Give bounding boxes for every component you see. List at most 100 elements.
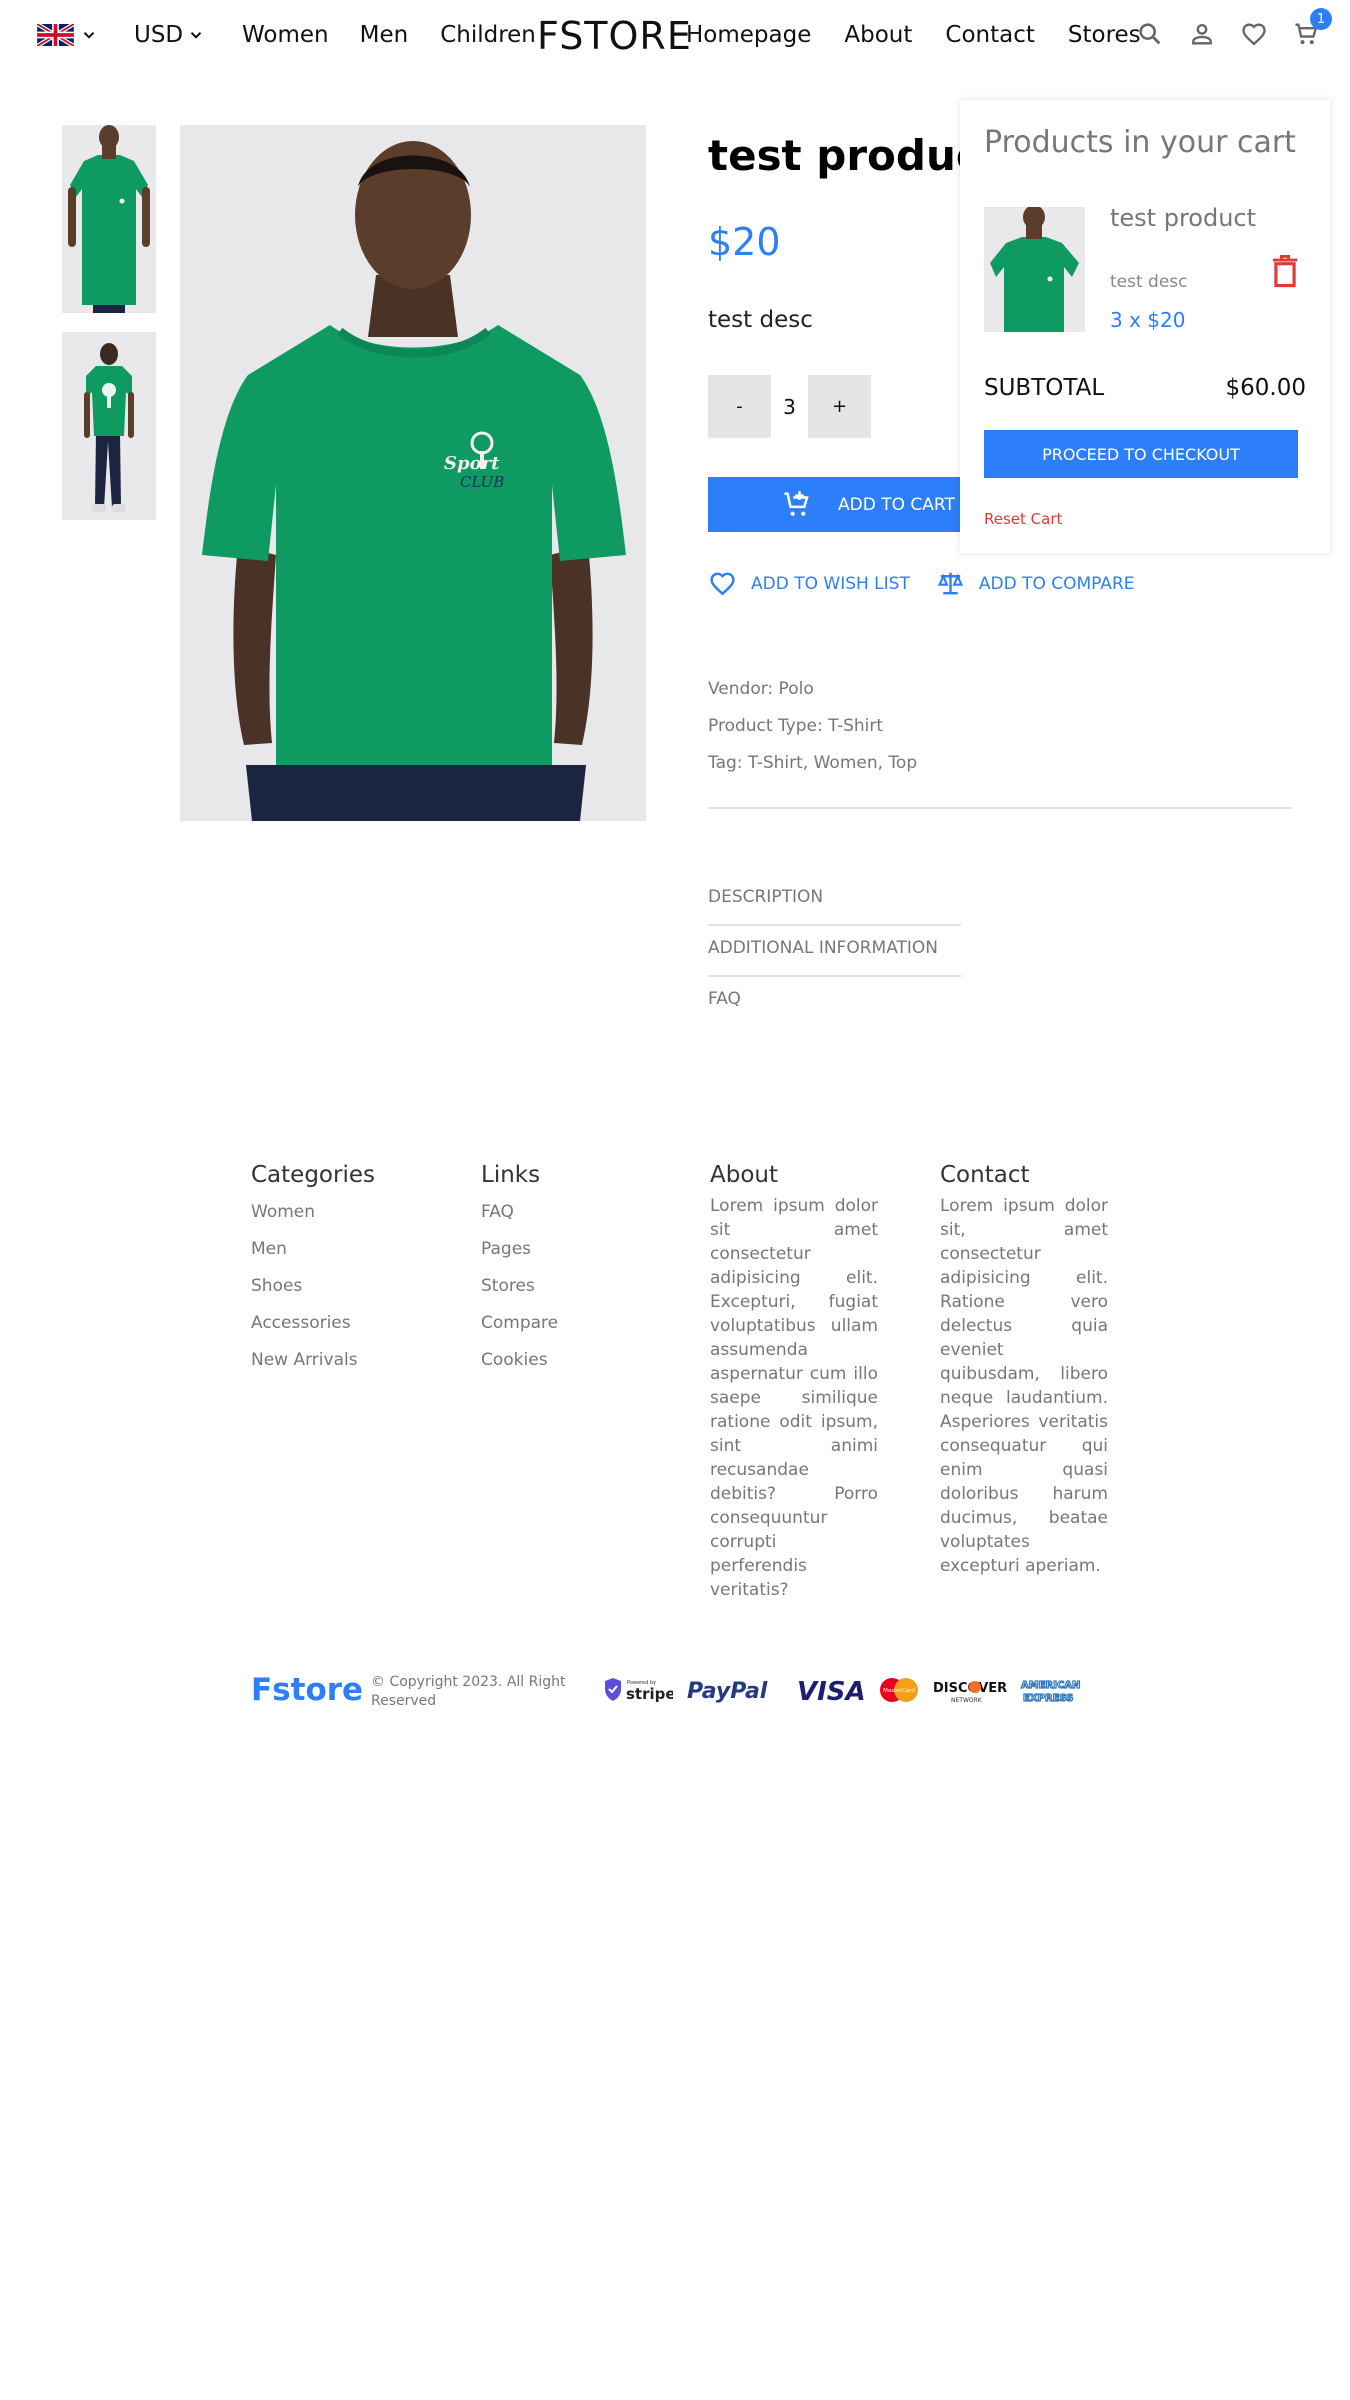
footer-link-faq[interactable]: FAQ — [481, 1194, 649, 1231]
quantity-value: 3 — [783, 394, 796, 419]
footer-link-accessories[interactable]: Accessories — [251, 1305, 419, 1342]
nav-link-contact[interactable]: Contact — [945, 22, 1034, 48]
footer-about: About Lorem ipsum dolor sit amet consect… — [710, 1162, 878, 1602]
product-main-image[interactable]: Sport CLUB — [180, 125, 646, 821]
add-to-wishlist-label: ADD TO WISH LIST — [751, 573, 910, 594]
nav-link-stores[interactable]: Stores — [1068, 22, 1141, 48]
add-to-wishlist-link[interactable]: ADD TO WISH LIST — [708, 569, 910, 598]
nav-link-men[interactable]: Men — [360, 22, 409, 48]
cart-item-image — [984, 207, 1085, 332]
proceed-to-checkout-button[interactable]: PROCEED TO CHECKOUT — [984, 430, 1298, 478]
site-logo[interactable]: FSTORE — [537, 14, 692, 58]
add-to-cart-label: ADD TO CART — [838, 494, 955, 515]
chevron-down-icon — [190, 32, 202, 39]
footer-links-title: Links — [481, 1162, 541, 1188]
footer-link-shoes[interactable]: Shoes — [251, 1268, 419, 1305]
nav-link-homepage[interactable]: Homepage — [686, 22, 811, 48]
footer-link-men[interactable]: Men — [251, 1231, 419, 1268]
nav-left-links: Women Men Children — [242, 22, 536, 48]
chevron-down-icon — [83, 32, 95, 39]
subtotal-label: SUBTOTAL — [984, 375, 1105, 401]
paypal-text: PayPal — [687, 1679, 768, 1704]
delete-icon[interactable] — [1270, 254, 1300, 288]
nav-icons: 1 — [1136, 8, 1332, 48]
subtotal-value: $60.00 — [1225, 375, 1306, 401]
mastercard-logo: MasterCard — [880, 1678, 918, 1702]
amex-logo: AMERICAN EXPRESS — [1020, 1679, 1081, 1704]
footer-link-women[interactable]: Women — [251, 1194, 419, 1231]
tab-description[interactable]: DESCRIPTION — [708, 875, 961, 926]
shirt-print-club: CLUB — [460, 473, 504, 491]
heart-icon — [710, 572, 735, 596]
search-icon[interactable] — [1136, 20, 1164, 48]
section-divider — [708, 807, 1292, 809]
nav-link-about[interactable]: About — [844, 22, 912, 48]
footer-link-stores[interactable]: Stores — [481, 1268, 649, 1305]
heart-icon[interactable] — [1240, 20, 1268, 48]
product-price: $20 — [708, 220, 781, 264]
footer-link-cookies[interactable]: Cookies — [481, 1342, 649, 1379]
cart-item-name[interactable]: test product — [1110, 204, 1256, 232]
product-tabs: DESCRIPTION ADDITIONAL INFORMATION FAQ — [708, 875, 961, 1028]
cart-title: Products in your cart — [984, 125, 1296, 160]
footer-contact-title: Contact — [940, 1162, 1030, 1188]
nav-link-women[interactable]: Women — [242, 22, 329, 48]
footer-links: Links FAQ Pages Stores Compare Cookies — [481, 1162, 649, 1379]
stripe-text: stripe — [626, 1685, 673, 1703]
footer-brand[interactable]: Fstore — [251, 1672, 363, 1708]
user-icon[interactable] — [1188, 20, 1216, 48]
amex-text-2: EXPRESS — [1023, 1693, 1073, 1704]
add-cart-icon — [784, 490, 809, 516]
add-to-cart-button[interactable]: ADD TO CART — [708, 477, 970, 532]
currency-selector[interactable]: USD — [134, 22, 205, 48]
amex-text-1: AMERICAN — [1021, 1680, 1080, 1691]
nav-link-children[interactable]: Children — [440, 22, 536, 48]
product-type: Product Type: T-Shirt — [708, 716, 884, 736]
product-actions: ADD TO WISH LIST ADD TO COMPARE — [708, 569, 1135, 598]
shirt-print-sport: Sport — [444, 453, 500, 474]
footer-contact-text: Lorem ipsum dolor sit, amet consectetur … — [940, 1196, 1108, 1576]
payment-methods: Powered by stripe PayPal VISA MasterCard… — [603, 1675, 1091, 1705]
add-to-compare-link[interactable]: ADD TO COMPARE — [936, 569, 1135, 598]
navbar: USD Women Men Children FSTORE Homepage A… — [0, 0, 1350, 78]
nav-right-links: Homepage About Contact Stores — [686, 22, 1174, 48]
footer-link-compare[interactable]: Compare — [481, 1305, 649, 1342]
discover-sub-text: NETWORK — [951, 1697, 983, 1704]
quantity-increase-button[interactable]: + — [808, 375, 871, 438]
reset-cart-link[interactable]: Reset Cart — [984, 510, 1062, 528]
footer-about-title: About — [710, 1162, 779, 1188]
product-thumbnail-front[interactable] — [62, 125, 156, 313]
footer-about-text: Lorem ipsum dolor sit amet consectetur a… — [710, 1196, 878, 1600]
cart-item-image-art — [984, 207, 1085, 332]
visa-text: VISA — [797, 1677, 866, 1705]
product-thumbnail-front-image — [62, 125, 156, 313]
footer-link-new-arrivals[interactable]: New Arrivals — [251, 1342, 419, 1379]
product-description: test desc — [708, 307, 813, 333]
footer-categories-title: Categories — [251, 1162, 375, 1188]
uk-flag-icon — [37, 24, 74, 46]
language-selector[interactable] — [37, 24, 98, 46]
cart-item-description: test desc — [1110, 272, 1188, 292]
footer-contact: Contact Lorem ipsum dolor sit, amet cons… — [940, 1162, 1108, 1578]
paypal-logo: PayPal — [687, 1679, 768, 1704]
quantity-decrease-button[interactable]: - — [708, 375, 771, 438]
tab-additional-information[interactable]: ADDITIONAL INFORMATION — [708, 926, 961, 977]
visa-logo: VISA — [797, 1677, 866, 1705]
mastercard-text: MasterCard — [883, 1688, 915, 1694]
product-vendor: Vendor: Polo — [708, 679, 814, 699]
add-to-compare-label: ADD TO COMPARE — [978, 573, 1135, 594]
product-tags: Tag: T-Shirt, Women, Top — [708, 753, 918, 773]
cart-count-badge: 1 — [1310, 8, 1332, 30]
quantity-stepper: - 3 + — [708, 375, 871, 438]
tab-faq[interactable]: FAQ — [708, 977, 961, 1028]
copyright-text: © Copyright 2023. All Right Reserved — [371, 1674, 566, 1709]
product-main-image-art: Sport CLUB — [180, 125, 646, 821]
footer-categories: Categories Women Men Shoes Accessories N… — [251, 1162, 419, 1379]
footer-link-pages[interactable]: Pages — [481, 1231, 649, 1268]
currency-label: USD — [134, 22, 184, 48]
cart-item-quantity-price: 3 x $20 — [1110, 308, 1186, 332]
product-thumbnail-back[interactable] — [62, 332, 156, 520]
cart-button[interactable]: 1 — [1292, 8, 1332, 48]
cart-dropdown: Products in your cart test product test … — [960, 100, 1330, 553]
product-thumbnail-back-image — [62, 332, 156, 520]
